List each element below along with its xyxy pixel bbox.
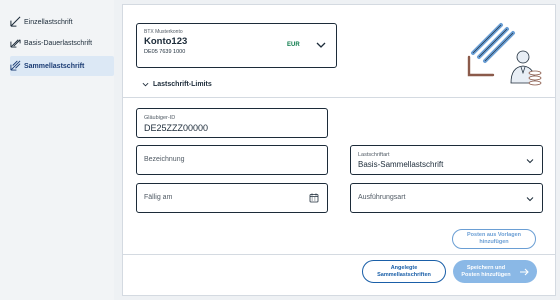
debit-type-label: Lastschriftart [358,152,390,158]
limits-label: Lastschrift-Limits [153,81,212,88]
account-select[interactable]: BTX Musterkonto Konto123 DE05 7639 1000 … [136,23,337,68]
save-add-line2: Posten hinzufügen [461,271,511,278]
divider [123,97,555,98]
designation-field[interactable]: Bezeichnung [136,145,328,175]
designation-placeholder: Bezeichnung [144,156,185,163]
save-and-add-items-button[interactable]: Speichern und Posten hinzufügen [453,260,537,283]
bulk-debit-icon [10,60,21,71]
bulk-debit-form-card: BTX Musterkonto Konto123 DE05 7639 1000 … [122,4,556,296]
sidebar-item-label: Sammellastschrift [24,62,85,70]
sidebar: Einzellastschrift Basis-Dauerlastschrift… [0,0,114,300]
due-date-field[interactable]: Fällig am [136,183,328,213]
add-from-templates-line1: Posten aus Vorlagen [467,232,521,239]
divider [123,254,555,255]
account-iban: DE05 7639 1000 [144,49,186,55]
creditor-id-field[interactable]: Gläubiger-ID DE25ZZZ00000 [136,108,328,138]
account-currency: EUR [287,42,300,48]
sidebar-item-einzellastschrift[interactable]: Einzellastschrift [10,12,114,32]
add-from-templates-line2: hinzufügen [479,239,509,245]
single-debit-icon [10,16,21,27]
chevron-down-icon [142,82,149,87]
chevron-down-icon [316,42,326,48]
due-date-placeholder: Fällig am [144,194,173,201]
chevron-down-icon [526,197,534,202]
creditor-id-label: Gläubiger-ID [144,115,176,121]
debit-type-select[interactable]: Lastschriftart Basis-Sammellastschrift [350,145,543,175]
sidebar-item-label: Basis-Dauerlastschrift [24,39,93,47]
created-bulk-line1: Angelegte [390,264,418,271]
execution-type-select[interactable]: Ausführungsart [350,183,543,213]
recurring-debit-icon [10,39,21,48]
sidebar-item-label: Einzellastschrift [24,18,73,26]
created-bulk-line2: Sammellastschriften [377,271,431,278]
created-bulk-debits-button[interactable]: Angelegte Sammellastschriften [362,260,446,283]
account-name: Konto123 [144,36,188,47]
debit-type-value: Basis-Sammellastschrift [358,160,444,169]
execution-type-placeholder: Ausführungsart [358,194,406,201]
add-from-templates-button[interactable]: Posten aus Vorlagen hinzufügen [452,229,536,249]
account-label: BTX Musterkonto [144,29,183,35]
calendar-icon[interactable] [309,193,319,203]
sidebar-item-sammellastschrift[interactable]: Sammellastschrift [10,56,114,76]
limits-toggle[interactable]: Lastschrift-Limits [142,81,212,88]
chevron-down-icon [526,159,534,164]
creditor-id-value: DE25ZZZ00000 [144,123,209,133]
sidebar-item-basis-dauerlastschrift[interactable]: Basis-Dauerlastschrift [10,33,114,53]
arrow-right-icon [519,268,529,275]
save-add-line1: Speichern und [466,264,506,271]
bulk-debit-illustration [467,23,542,86]
